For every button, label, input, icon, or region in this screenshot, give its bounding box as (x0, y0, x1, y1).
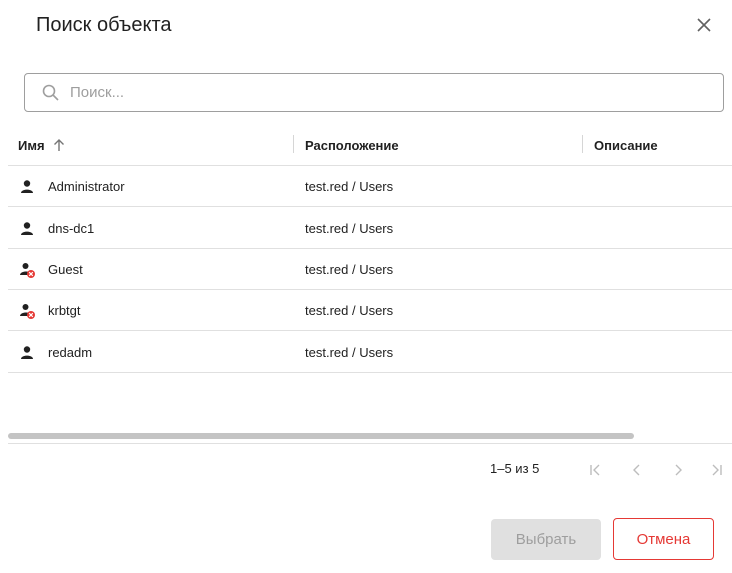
column-header-name-label: Имя (18, 137, 45, 153)
close-icon (697, 18, 711, 32)
search-box[interactable] (24, 73, 724, 112)
user-disabled-icon (18, 261, 36, 279)
user-icon (18, 178, 36, 196)
user-icon (18, 220, 36, 238)
cancel-button[interactable]: Отмена (613, 518, 714, 560)
table-row[interactable]: redadm test.red / Users (8, 332, 732, 373)
row-location: test.red / Users (305, 345, 394, 360)
column-header-description[interactable]: Описание (594, 124, 658, 166)
user-icon (18, 344, 36, 362)
row-name: krbtgt (48, 303, 81, 318)
row-name: Administrator (48, 179, 125, 194)
column-resize-handle[interactable] (582, 135, 583, 153)
table-row[interactable]: dns-dc1 test.red / Users (8, 208, 732, 249)
row-name: redadm (48, 345, 93, 360)
select-button[interactable]: Выбрать (491, 519, 601, 560)
row-location: test.red / Users (305, 221, 394, 236)
horizontal-scrollbar[interactable] (8, 433, 634, 439)
first-page-icon (589, 464, 603, 476)
column-resize-handle[interactable] (293, 135, 294, 153)
search-input[interactable] (70, 77, 670, 108)
first-page-button[interactable] (584, 458, 608, 482)
user-disabled-icon (18, 302, 36, 320)
arrow-up-icon[interactable] (53, 138, 65, 152)
column-header-location-label: Расположение (305, 137, 399, 153)
row-location: test.red / Users (305, 303, 394, 318)
last-page-button[interactable] (704, 458, 728, 482)
divider (8, 443, 732, 444)
table-row[interactable]: krbtgt test.red / Users (8, 290, 732, 331)
pagination-range: 1–5 из 5 (490, 461, 540, 476)
dialog-title: Поиск объекта (36, 14, 172, 36)
search-icon (40, 83, 60, 103)
close-button[interactable] (694, 15, 714, 35)
search-object-dialog: Поиск объекта Имя Расположение Описание (0, 0, 732, 573)
next-page-button[interactable] (666, 458, 690, 482)
chevron-right-icon (673, 464, 683, 476)
table-header: Имя Расположение Описание (8, 124, 732, 166)
table-row[interactable]: Administrator test.red / Users (8, 166, 732, 207)
column-header-name[interactable]: Имя (18, 124, 65, 166)
column-header-description-label: Описание (594, 137, 658, 153)
row-name: dns-dc1 (48, 221, 95, 236)
last-page-icon (709, 464, 723, 476)
row-name: Guest (48, 262, 83, 277)
column-header-location[interactable]: Расположение (305, 124, 399, 166)
row-location: test.red / Users (305, 179, 394, 194)
row-location: test.red / Users (305, 262, 394, 277)
table-row[interactable]: Guest test.red / Users (8, 249, 732, 290)
chevron-left-icon (632, 464, 642, 476)
previous-page-button[interactable] (625, 458, 649, 482)
